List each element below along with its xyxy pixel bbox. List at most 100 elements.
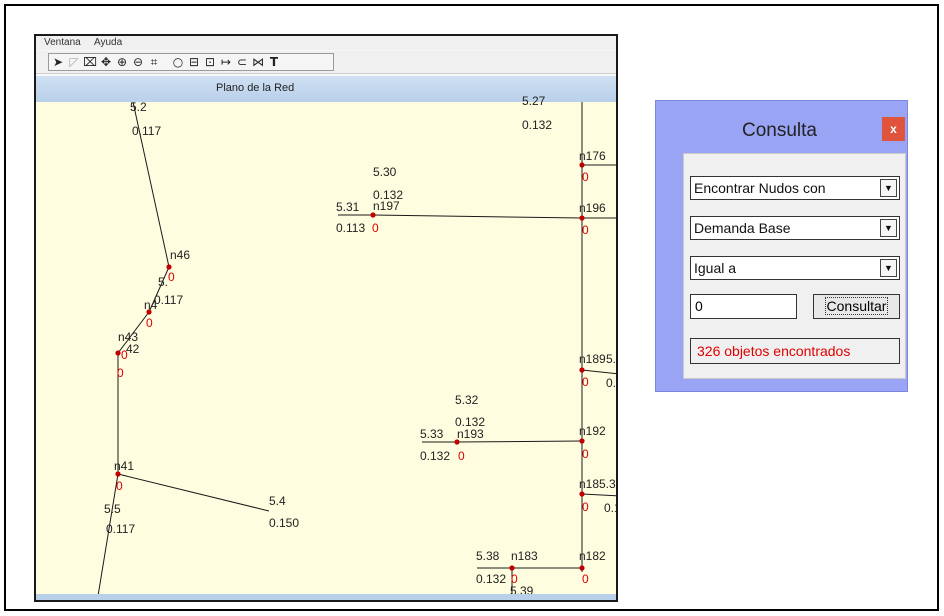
- find-object-select[interactable]: Encontrar Nudos con ▼: [690, 176, 900, 200]
- menu-ventana[interactable]: Ventana: [44, 37, 81, 48]
- node-demand: 0: [372, 221, 379, 235]
- node-label: n176: [579, 149, 606, 163]
- node-n183: [509, 565, 515, 571]
- node-demand: 0: [168, 270, 175, 284]
- pipe-5-30: [372, 214, 583, 219]
- node-demand: 0: [458, 449, 465, 463]
- node-demand: 0: [117, 366, 124, 380]
- node-n197: [370, 212, 376, 218]
- add-junction-icon[interactable]: ○: [171, 54, 185, 70]
- map-toolbar: ➤ ◸ ⌧ ✥ ⊕ ⊖ ⌗ ○ ⊟ ⊡ ↦ ⊂ ⋈ T: [36, 51, 616, 74]
- property-value: Demanda Base: [694, 220, 791, 236]
- pipe-label-flow: 0.117: [106, 522, 136, 536]
- relation-select[interactable]: Igual a ▼: [690, 256, 900, 280]
- add-tank-icon[interactable]: ⊡: [203, 54, 217, 70]
- node-label: n183: [511, 549, 538, 563]
- add-label-icon[interactable]: T: [267, 54, 281, 70]
- zoom-in-icon[interactable]: ⊕: [115, 54, 129, 70]
- network-map-canvas[interactable]: 5.2 0.117 5.27 0.132 5.30 0.132 5.31 0.1…: [36, 94, 617, 598]
- chevron-down-icon[interactable]: ▼: [880, 219, 897, 237]
- pipe-label-flow: 0.132: [522, 118, 553, 132]
- map-title: Plano de la Red: [216, 82, 295, 94]
- chevron-down-icon[interactable]: ▼: [880, 259, 897, 277]
- result-text: 326 objetos encontrados: [697, 343, 851, 359]
- pan-icon[interactable]: ✥: [99, 54, 113, 70]
- node-label: n193: [457, 427, 484, 441]
- node-demand: 0: [582, 223, 589, 237]
- node-label: n189: [579, 352, 606, 366]
- pipe-label-id: 42: [126, 342, 140, 356]
- zoom-out-icon[interactable]: ⊖: [131, 54, 145, 70]
- dialog-body: Encontrar Nudos con ▼ Demanda Base ▼ Igu…: [683, 153, 906, 379]
- relation-value: Igual a: [694, 260, 737, 276]
- add-pipe-icon[interactable]: ↦: [219, 54, 233, 70]
- epanet-window: Ventana Ayuda ➤ ◸ ⌧ ✥ ⊕ ⊖ ⌗ ○ ⊟ ⊡ ↦ ⊂ ⋈ …: [34, 34, 618, 602]
- select-arrow-icon[interactable]: ➤: [51, 54, 65, 70]
- pipe-label-id: 5.4: [269, 494, 286, 508]
- node-demand: 0: [582, 500, 589, 514]
- pipe-5-4: [117, 473, 270, 512]
- pipe-label-id: 5.27: [522, 94, 546, 108]
- add-pump-icon[interactable]: ⊂: [235, 54, 249, 70]
- close-icon: x: [890, 122, 897, 136]
- chevron-down-icon[interactable]: ▼: [880, 179, 897, 197]
- pipe-label-id: 5.2: [130, 100, 147, 114]
- node-demand: 0: [121, 348, 128, 362]
- select-region-icon[interactable]: ⌧: [83, 54, 97, 70]
- node-label: n196: [579, 201, 606, 215]
- node-n46: [166, 264, 172, 270]
- result-status: 326 objetos encontrados: [690, 338, 900, 364]
- node-label: n18: [579, 477, 600, 491]
- node-n196: [579, 215, 585, 221]
- pipe-5-32: [456, 440, 583, 443]
- close-button[interactable]: x: [882, 117, 905, 141]
- node-label: n192: [579, 424, 606, 438]
- pipe-label-id: 5.: [606, 352, 617, 366]
- query-dialog: Consulta x Encontrar Nudos con ▼ Demanda…: [655, 100, 908, 392]
- pipe-n189: [581, 369, 616, 375]
- pipe-n188: [581, 493, 616, 497]
- consultar-button-label: Consultar: [824, 297, 889, 315]
- node-demand: 0: [582, 170, 589, 184]
- map-toolbar-group: ➤ ◸ ⌧ ✥ ⊕ ⊖ ⌗ ○ ⊟ ⊡ ↦ ⊂ ⋈ T: [48, 53, 334, 71]
- pipe-label-id: 5.: [158, 275, 169, 289]
- node-label: n41: [114, 459, 135, 473]
- menu-ayuda[interactable]: Ayuda: [94, 37, 122, 48]
- node-n182: [579, 565, 585, 571]
- value-input[interactable]: 0: [690, 294, 797, 319]
- consultar-button[interactable]: Consultar: [813, 294, 900, 319]
- pipe-label-flow: 0.113: [336, 221, 366, 235]
- node-demand: 0: [582, 375, 589, 389]
- pipe-label-id: 5.3: [599, 477, 616, 491]
- node-demand: 0: [146, 316, 153, 330]
- node-label: n4: [144, 298, 158, 312]
- node-n189: [579, 367, 585, 373]
- pipe-label-flow: 0.132: [420, 449, 451, 463]
- map-bottom-strip: [36, 594, 616, 600]
- dialog-title: Consulta: [742, 120, 817, 141]
- pipe-label-id: 5.30: [373, 165, 397, 179]
- node-demand: 0: [582, 447, 589, 461]
- node-n43: [115, 350, 121, 356]
- node-demand: 0: [116, 479, 123, 493]
- node-demand: 0: [511, 572, 518, 586]
- pipe-label-flow: 0.: [606, 376, 617, 390]
- select-vertex-icon[interactable]: ◸: [67, 54, 81, 70]
- property-select[interactable]: Demanda Base ▼: [690, 216, 900, 240]
- pipe-label-id: 5.31: [336, 200, 360, 214]
- node-label: n197: [373, 199, 400, 213]
- pipe-label-flow: 0.117: [154, 293, 184, 307]
- pipe-label-id: 5.32: [455, 393, 479, 407]
- node-label: n182: [579, 549, 606, 563]
- pipe-label-id: 5.38: [476, 549, 500, 563]
- pipe-label-flow: 0.1: [604, 501, 616, 515]
- pipe-label-flow: 0.132: [476, 572, 507, 586]
- add-reservoir-icon[interactable]: ⊟: [187, 54, 201, 70]
- pipe-label-id: 5.33: [420, 427, 444, 441]
- node-label: n46: [170, 248, 191, 262]
- add-valve-icon[interactable]: ⋈: [251, 54, 265, 70]
- pipe-label-id: 5.5: [104, 502, 121, 516]
- find-object-value: Encontrar Nudos con: [694, 180, 826, 196]
- node-n176: [579, 162, 585, 168]
- full-extent-icon[interactable]: ⌗: [147, 54, 161, 70]
